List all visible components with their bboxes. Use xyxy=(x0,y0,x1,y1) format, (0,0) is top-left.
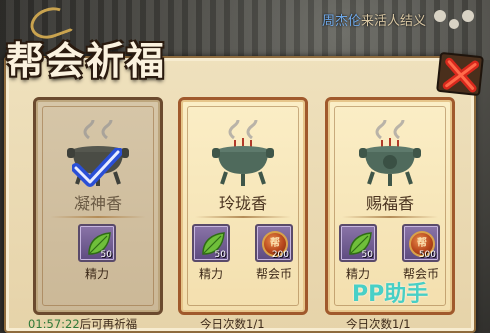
divider xyxy=(342,216,438,218)
reward-quantity: 50 xyxy=(361,250,373,260)
close-icon xyxy=(442,57,480,93)
reward-label: 精力 xyxy=(198,267,223,281)
reward-label: 帮会币 xyxy=(255,267,292,281)
censer-icon xyxy=(359,120,421,186)
divider xyxy=(195,216,291,218)
censer-icon xyxy=(212,120,274,186)
cooldown-text: 01:57:22后可再祈福 xyxy=(28,316,137,332)
page-title: 帮会祈福 xyxy=(6,38,167,83)
completed-check-icon xyxy=(72,148,122,187)
divider xyxy=(50,216,146,218)
incense-card-2[interactable]: 玲珑香 50 帮 200 精力 帮会币 xyxy=(178,97,308,315)
reward-label: 精力 xyxy=(84,267,109,281)
reward-slot-guild-coin[interactable]: 帮 500 xyxy=(402,224,440,262)
reward-slot-energy[interactable]: 50 xyxy=(192,224,230,262)
reward-slot-guild-coin[interactable]: 帮 200 xyxy=(255,224,293,262)
cooldown-label: 后可再祈福 xyxy=(79,317,138,331)
reward-quantity: 50 xyxy=(100,250,112,260)
incense-name: 赐福香 xyxy=(365,194,414,213)
reward-slot-energy[interactable]: 50 xyxy=(339,224,377,262)
reward-quantity: 500 xyxy=(418,250,436,260)
incense-name: 凝神香 xyxy=(73,194,122,213)
daily-count-text: 今日次数1/1 xyxy=(346,317,411,331)
watermark: PP助手 xyxy=(352,282,429,307)
daily-count-text: 今日次数1/1 xyxy=(200,317,265,331)
chat-player-name[interactable]: 周杰伦 xyxy=(322,14,361,29)
incense-name: 玲珑香 xyxy=(218,194,267,213)
reward-quantity: 50 xyxy=(214,250,226,260)
close-button[interactable] xyxy=(436,51,484,97)
corner-ornament-icon xyxy=(434,10,474,29)
reward-quantity: 200 xyxy=(271,250,289,260)
incense-card-1: 凝神香 50 精力 xyxy=(33,97,163,315)
cooldown-timer: 01:57:22 xyxy=(28,317,80,331)
reward-slot-energy[interactable]: 50 xyxy=(78,224,116,262)
